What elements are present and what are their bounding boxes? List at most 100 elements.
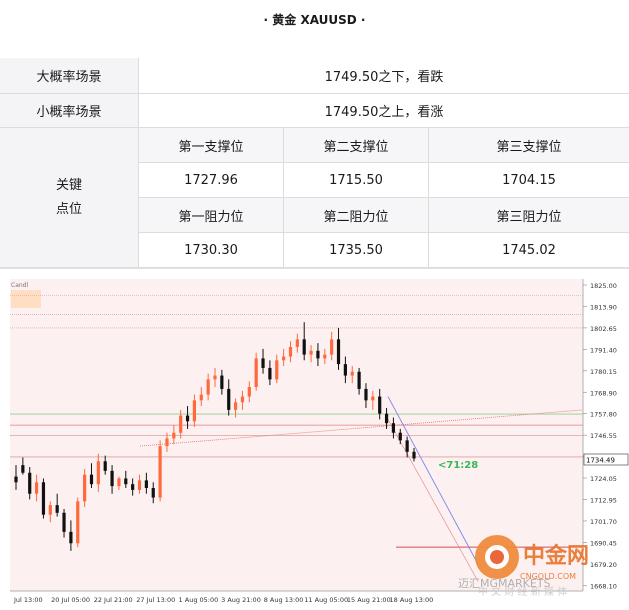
resistance-header-3: 第三阻力位: [429, 198, 629, 233]
candle-body: [275, 360, 279, 380]
resistance-header-1: 第一阻力位: [139, 198, 284, 233]
candlestick-chart-svg: Candl 1825.00 1813.90 1802.65 1791.40 1780.1…: [10, 279, 629, 604]
candle-body: [172, 432, 176, 439]
candle-body: [357, 371, 361, 389]
price-label: 1757.80: [590, 411, 617, 419]
minor-scenario-value: 1749.50之上，看涨: [139, 94, 629, 128]
price-label: 1679.20: [590, 561, 617, 569]
key-levels-label: 关键 点位: [0, 128, 139, 268]
candle-body: [233, 402, 238, 410]
price-label: 1791.40: [590, 346, 617, 354]
price-label: 1768.90: [590, 389, 617, 397]
watermark-account: 迈汇MGMARKETS: [458, 577, 551, 590]
candle-body: [62, 512, 66, 532]
price-label: 1724.05: [590, 475, 617, 483]
support-value-3: 1704.15: [429, 163, 629, 198]
candle-body: [117, 478, 121, 487]
time-label: 3 Aug 21:00: [221, 596, 261, 604]
candle-body: [206, 379, 210, 395]
candle-body: [371, 396, 375, 401]
minor-scenario-label: 小概率场景: [0, 94, 139, 128]
time-axis-labels: Jul 13:00 20 Jul 05:00 22 Jul 21:00 27 Jul …: [13, 596, 433, 604]
support-header-2: 第二支撑位: [284, 128, 429, 163]
candle-body: [336, 339, 341, 365]
time-label: 8 Aug 13:00: [264, 596, 304, 604]
candle-body: [316, 350, 320, 359]
candle-body: [247, 387, 251, 397]
key-levels-label-line1: 关键: [55, 177, 82, 193]
candle-body: [137, 480, 142, 490]
candle-body: [165, 438, 169, 447]
candle-body: [288, 346, 293, 357]
candle-body: [103, 461, 107, 471]
table-title: · 黄金 XAUUSD ·: [263, 13, 366, 27]
support-value-1: 1727.96: [139, 163, 284, 198]
candle-body: [110, 470, 114, 487]
candle-body: [48, 505, 52, 515]
candle-body: [330, 339, 334, 355]
candle-body: [69, 531, 73, 544]
time-label: Jul 13:00: [13, 596, 43, 604]
candle-body: [350, 371, 354, 376]
candle-body: [185, 415, 190, 422]
major-scenario-label: 大概率场景: [0, 58, 139, 94]
candle-body: [391, 423, 396, 433]
price-label: 1825.00: [590, 282, 617, 290]
candle-body: [151, 488, 155, 498]
key-levels-label-line2: 点位: [55, 201, 82, 217]
candle-body: [240, 396, 245, 403]
time-label: 22 Jul 21:00: [94, 596, 133, 604]
price-chart: Candl 1825.00 1813.90 1802.65 1791.40 1780.1…: [0, 268, 629, 610]
candle-body: [89, 474, 94, 485]
candle-body: [83, 474, 87, 502]
price-label: 1780.15: [590, 368, 617, 376]
resistance-value-2: 1735.50: [284, 233, 429, 268]
candle-body: [405, 440, 409, 452]
candle-body: [34, 482, 39, 494]
price-label: 1813.90: [590, 303, 617, 311]
candle-body: [220, 375, 224, 389]
candle-body: [14, 476, 18, 483]
candle-body: [131, 484, 135, 490]
price-label: 1712.95: [590, 497, 617, 505]
support-header-1: 第一支撑位: [139, 128, 284, 163]
time-label: 15 Aug 21:00: [347, 596, 391, 604]
candle-body: [96, 461, 100, 485]
candle-body: [302, 339, 306, 355]
candle-body: [28, 472, 32, 494]
candle-body: [254, 358, 258, 388]
title-row: · 黄金 XAUUSD ·: [0, 0, 629, 59]
current-price-value: 1734.49: [586, 457, 615, 465]
chart-legend-box: [11, 290, 41, 308]
candle-body: [76, 501, 80, 544]
candle-body: [384, 413, 389, 424]
price-label: 1690.45: [590, 539, 617, 547]
candle-body: [398, 432, 402, 441]
candle-body: [55, 505, 59, 513]
candle-body: [261, 358, 265, 368]
support-value-2: 1715.50: [284, 163, 429, 198]
resistance-header-2: 第二阻力位: [284, 198, 429, 233]
candle-body: [268, 367, 272, 380]
time-label: 11 Aug 05:00: [304, 596, 348, 604]
candle-body: [227, 388, 231, 410]
candle-body: [179, 415, 183, 433]
candle-body: [144, 480, 148, 489]
candle-body: [21, 465, 25, 473]
candle-body: [343, 364, 347, 376]
resistance-value-3: 1745.02: [429, 233, 629, 268]
chart-corner-label: Candl: [11, 282, 28, 289]
watermark-logo-core: [490, 550, 504, 564]
candle-body: [213, 375, 217, 380]
countdown-timer: <71:28: [438, 460, 478, 471]
candle-body: [192, 400, 197, 422]
candle-body: [412, 451, 416, 459]
price-label: 1802.65: [590, 325, 617, 333]
resistance-value-1: 1730.30: [139, 233, 284, 268]
time-label: 27 Jul 13:00: [136, 596, 175, 604]
price-label: 1668.10: [590, 582, 617, 590]
candle-body: [364, 388, 368, 401]
price-label: 1746.55: [590, 432, 617, 440]
candle-body: [378, 396, 382, 414]
candle-body: [199, 394, 203, 401]
